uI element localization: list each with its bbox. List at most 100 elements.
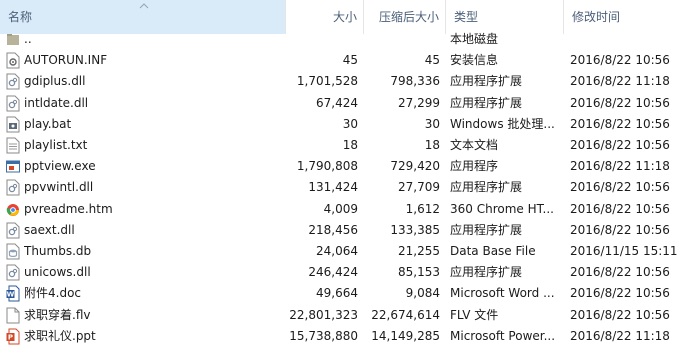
file-compressed-size: 45	[424, 53, 440, 68]
file-name: ..	[24, 32, 32, 46]
file-name: unicows.dll	[24, 265, 91, 280]
file-size: 246,424	[308, 265, 358, 280]
text-file-icon	[6, 137, 20, 154]
column-header-name-label: 名称	[8, 10, 33, 24]
file-size: 4,009	[323, 201, 358, 216]
file-compressed-size: 85,153	[398, 265, 440, 280]
file-row[interactable]: playlist.txt 18 18 文本文档 2016/8/22 10:56	[0, 135, 688, 156]
file-row[interactable]: pptview.exe 1,790,808 729,420 应用程序 2016/8/22…	[0, 156, 688, 177]
file-size: 22,801,323	[289, 307, 358, 322]
file-modified: 2016/8/22 10:56	[570, 138, 670, 152]
file-size: 30	[342, 116, 358, 131]
file-size: 15,738,880	[289, 328, 358, 343]
file-modified: 2016/8/22 10:56	[570, 95, 670, 110]
dll-file-icon	[6, 179, 20, 196]
file-modified: 2016/8/22 10:56	[570, 222, 670, 237]
file-size: 24,064	[316, 244, 358, 258]
blank-file-icon	[6, 307, 20, 324]
file-size: 131,424	[308, 180, 358, 195]
file-type: 360 Chrome HT...	[450, 201, 554, 216]
file-name: AUTORUN.INF	[24, 53, 108, 68]
file-row[interactable]: pvreadme.htm 4,009 1,612 360 Chrome HT... 20…	[0, 199, 688, 220]
file-compressed-size: 27,709	[398, 180, 440, 195]
file-name: 求职礼仪.ppt	[24, 328, 96, 343]
file-name: gdiplus.dll	[24, 74, 86, 89]
column-header-compressed-label: 压缩后大小	[378, 10, 439, 24]
file-name: pvreadme.htm	[24, 201, 113, 216]
file-compressed-size: 27,299	[398, 95, 440, 110]
file-type: 应用程序扩展	[450, 74, 523, 89]
file-compressed-size: 133,385	[390, 222, 440, 237]
file-modified: 2016/8/22 11:18	[570, 328, 670, 343]
file-row[interactable]: AUTORUN.INF 45 45 安装信息 2016/8/22 10:56	[0, 50, 688, 71]
file-compressed-size: 1,612	[405, 201, 440, 216]
file-modified: 2016/8/22 10:56	[570, 307, 670, 322]
file-size: 45	[342, 53, 358, 68]
file-name: Thumbs.db	[24, 244, 92, 258]
file-type: 应用程序扩展	[450, 265, 523, 280]
file-compressed-size: 14,149,285	[371, 328, 440, 343]
file-name: ppvwintl.dll	[24, 180, 94, 195]
file-type: 文本文档	[450, 138, 499, 152]
file-name: 附件4.doc	[24, 286, 82, 301]
file-compressed-size: 9,084	[405, 286, 440, 301]
file-size: 1,701,528	[296, 74, 358, 89]
column-header-size-label: 大小	[332, 10, 357, 24]
column-header-type-label: 类型	[454, 10, 479, 24]
chrome-html-icon	[6, 201, 20, 218]
file-type: Windows 批处理...	[450, 116, 555, 131]
file-compressed-size: 30	[424, 116, 440, 131]
file-size: 218,456	[308, 222, 358, 237]
file-type: 本地磁盘	[450, 32, 499, 46]
file-name: pptview.exe	[24, 159, 96, 174]
file-modified: 2016/8/22 10:56	[570, 180, 670, 195]
file-name: intldate.dll	[24, 95, 89, 110]
file-size: 49,664	[316, 286, 358, 301]
file-modified: 2016/8/22 10:56	[570, 201, 670, 216]
file-modified: 2016/8/22 11:18	[570, 74, 670, 89]
file-modified	[570, 29, 688, 50]
file-type: Data Base File	[450, 244, 536, 258]
file-row[interactable]: P 求职礼仪.ppt 15,738,880 14,149,285 Microsoft P…	[0, 326, 688, 347]
file-row[interactable]: ppvwintl.dll 131,424 27,709 应用程序扩展 2016/8/22…	[0, 177, 688, 198]
batch-file-icon	[6, 116, 20, 133]
file-modified: 2016/8/22 11:18	[570, 159, 670, 174]
file-row[interactable]: W 附件4.doc 49,664 9,084 Microsoft Word ... 201…	[0, 283, 688, 304]
svg-text:P: P	[8, 333, 13, 341]
file-row[interactable]: saext.dll 218,456 133,385 应用程序扩展 2016/8/22 1…	[0, 220, 688, 241]
dll-file-icon	[6, 73, 20, 90]
folder-up-icon	[6, 31, 20, 48]
file-compressed-size: 18	[424, 138, 440, 152]
file-modified: 2016/8/22 10:56	[570, 53, 670, 68]
file-compressed-size	[364, 29, 440, 50]
dll-file-icon	[6, 95, 20, 112]
file-compressed-size: 798,336	[390, 74, 440, 89]
file-size: 18	[342, 138, 358, 152]
file-row[interactable]: Thumbs.db 24,064 21,255 Data Base File 2016/…	[0, 241, 688, 262]
file-compressed-size: 21,255	[398, 244, 440, 258]
column-header-modified-label: 修改时间	[572, 10, 621, 24]
file-row[interactable]: intldate.dll 67,424 27,299 应用程序扩展 2016/8/22 …	[0, 93, 688, 114]
database-file-icon	[6, 243, 20, 260]
file-row[interactable]: .. 本地磁盘	[0, 29, 688, 50]
file-row[interactable]: 求职穿着.flv 22,801,323 22,674,614 FLV 文件 2016/8…	[0, 305, 688, 326]
file-type: Microsoft Word ...	[450, 286, 555, 301]
file-name: play.bat	[24, 116, 72, 131]
svg-text:W: W	[7, 291, 15, 299]
file-type: Microsoft Power...	[450, 328, 556, 343]
dll-file-icon	[6, 264, 20, 281]
file-row[interactable]: unicows.dll 246,424 85,153 应用程序扩展 2016/8/22 …	[0, 262, 688, 283]
file-row[interactable]: play.bat 30 30 Windows 批处理... 2016/8/22 10:5…	[0, 114, 688, 135]
file-type: 应用程序扩展	[450, 95, 523, 110]
file-modified: 2016/11/15 15:11	[570, 244, 678, 258]
file-row[interactable]: gdiplus.dll 1,701,528 798,336 应用程序扩展 2016/8/…	[0, 71, 688, 92]
file-type: 安装信息	[450, 53, 499, 68]
sort-ascending-icon	[139, 3, 149, 9]
settings-file-icon	[6, 52, 20, 69]
exe-file-icon	[6, 158, 20, 175]
file-type: 应用程序	[450, 159, 499, 174]
file-type: 应用程序扩展	[450, 180, 523, 195]
file-type: FLV 文件	[450, 307, 499, 322]
file-type: 应用程序扩展	[450, 222, 523, 237]
file-name: 求职穿着.flv	[24, 307, 91, 322]
